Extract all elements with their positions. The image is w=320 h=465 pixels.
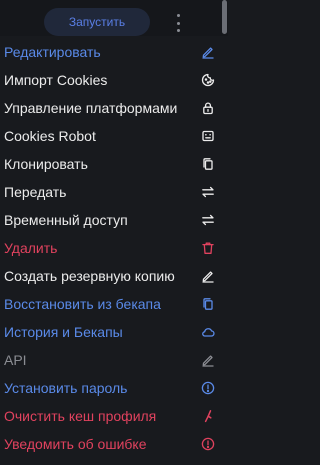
copy-icon: [200, 156, 216, 172]
menu-item-7[interactable]: Временный доступ: [0, 206, 228, 234]
menu-item-3[interactable]: Управление платформами: [0, 94, 228, 122]
scrollbar[interactable]: [222, 0, 227, 34]
menu-item-label: API: [4, 352, 27, 368]
profile-actions-panel: Запустить Редактировать Импорт Cookies Упр…: [0, 0, 228, 465]
menu-item-label: Установить пароль: [4, 380, 128, 396]
menu-item-4[interactable]: Cookies Robot: [0, 122, 228, 150]
menu-item-label: Создать резервную копию: [4, 268, 175, 284]
cloud-icon: [200, 324, 216, 340]
menu-item-label: Управление платформами: [4, 100, 178, 116]
menu-item-5[interactable]: Клонировать: [0, 150, 228, 178]
menu-item-15[interactable]: Уведомить об ошибке: [0, 430, 228, 458]
transfer-icon: [200, 212, 216, 228]
menu-item-10[interactable]: Восстановить из бекапа: [0, 290, 228, 318]
menu-item-label: Временный доступ: [4, 212, 128, 228]
launch-button[interactable]: Запустить: [44, 8, 150, 36]
pencil-icon: [200, 44, 216, 60]
pencil-icon: [200, 352, 216, 368]
robot-icon: [200, 128, 216, 144]
transfer-icon: [200, 184, 216, 200]
context-menu: Редактировать Импорт Cookies Управление пл…: [0, 38, 228, 458]
menu-item-1[interactable]: Редактировать: [0, 38, 228, 66]
copy-icon: [200, 296, 216, 312]
kebab-vertical-icon[interactable]: [172, 14, 184, 32]
broom-icon: [200, 408, 216, 424]
menu-item-label: Очистить кеш профиля: [4, 408, 157, 424]
menu-item-label: Импорт Cookies: [4, 72, 108, 88]
menu-item-label: Удалить: [4, 240, 58, 256]
cookie-icon: [200, 72, 216, 88]
menu-item-label: Редактировать: [4, 44, 101, 60]
menu-item-label: Клонировать: [4, 156, 88, 172]
info-icon: [200, 380, 216, 396]
menu-item-9[interactable]: Создать резервную копию: [0, 262, 228, 290]
info-icon: [200, 436, 216, 452]
menu-item-13[interactable]: Установить пароль: [0, 374, 228, 402]
menu-item-label: Передать: [4, 184, 67, 200]
toolbar: Запустить: [0, 0, 228, 36]
menu-item-8[interactable]: Удалить: [0, 234, 228, 262]
menu-item-label: Уведомить об ошибке: [4, 436, 147, 452]
menu-item-2[interactable]: Импорт Cookies: [0, 66, 228, 94]
menu-item-12[interactable]: API: [0, 346, 228, 374]
menu-item-label: История и Бекапы: [4, 324, 123, 340]
menu-item-label: Восстановить из бекапа: [4, 296, 161, 312]
menu-item-11[interactable]: История и Бекапы: [0, 318, 228, 346]
menu-item-label: Cookies Robot: [4, 128, 96, 144]
menu-item-6[interactable]: Передать: [0, 178, 228, 206]
pencil-icon: [200, 268, 216, 284]
trash-icon: [200, 240, 216, 256]
menu-item-14[interactable]: Очистить кеш профиля: [0, 402, 228, 430]
lock-icon: [200, 100, 216, 116]
